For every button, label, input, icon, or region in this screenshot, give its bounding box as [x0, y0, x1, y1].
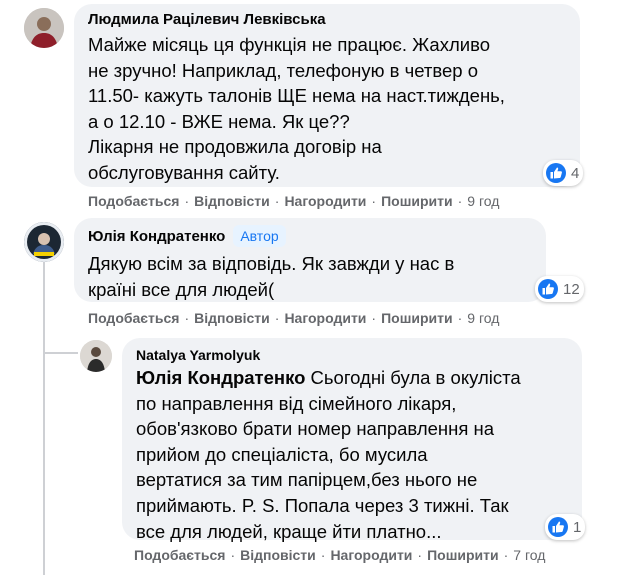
reply-link[interactable]: Відповісти [194, 193, 270, 209]
separator: · [184, 193, 190, 209]
reply-link[interactable]: Відповісти [240, 547, 316, 563]
mention-link[interactable]: Юлія Кондратенко [136, 367, 305, 388]
reaction-count: 12 [563, 280, 580, 298]
share-link[interactable]: Поширити [381, 310, 453, 326]
separator: · [184, 310, 190, 326]
author-badge: Автор [233, 225, 286, 247]
timestamp[interactable]: 9 год [467, 310, 499, 326]
avatar[interactable] [24, 8, 64, 48]
comment-text: Майже місяць ця функція не працює. Жахли… [88, 34, 505, 183]
timestamp[interactable]: 9 год [467, 193, 499, 209]
like-link[interactable]: Подобається [88, 193, 179, 209]
separator: · [457, 310, 463, 326]
comment-author[interactable]: Natalya Yarmolyuk [136, 347, 570, 363]
like-link[interactable]: Подобається [88, 310, 179, 326]
separator: · [320, 547, 326, 563]
like-icon [548, 517, 568, 537]
comment-author[interactable]: Людмила Рацілевич Левківська [88, 11, 568, 28]
like-link[interactable]: Подобається [134, 547, 225, 563]
comment-text: Юлія Кондратенко Сьогодні була в окуліст… [136, 365, 570, 544]
comment-actions: Подобається · Відповісти · Нагородити · Пошири… [88, 193, 499, 209]
like-icon [538, 279, 558, 299]
separator: · [274, 193, 280, 209]
share-link[interactable]: Поширити [381, 193, 453, 209]
like-icon [546, 163, 566, 183]
avatar[interactable] [24, 222, 64, 262]
separator: · [457, 193, 463, 209]
avatar[interactable] [80, 340, 112, 372]
comment-text: Дякую всім за відповідь. Як завжди у нас… [88, 253, 455, 300]
thread-line [43, 352, 78, 354]
timestamp[interactable]: 7 год [513, 547, 545, 563]
separator: · [417, 547, 423, 563]
comment-bubble: Юлія Кондратенко Автор Дякую всім за від… [74, 218, 546, 302]
comment-actions: Подобається · Відповісти · Нагородити · Пошири… [88, 310, 499, 326]
separator: · [503, 547, 509, 563]
reaction-count: 4 [571, 164, 580, 182]
award-link[interactable]: Нагородити [284, 193, 366, 209]
award-link[interactable]: Нагородити [330, 547, 412, 563]
reaction-count: 1 [573, 518, 582, 536]
share-link[interactable]: Поширити [427, 547, 499, 563]
comment-actions: Подобається · Відповісти · Нагородити · Пошири… [134, 547, 545, 563]
comment-author[interactable]: Юлія Кондратенко [88, 228, 225, 245]
reply-link[interactable]: Відповісти [194, 310, 270, 326]
comment-body: Сьогодні була в окуліста по направлення … [136, 367, 521, 542]
thread-line [43, 262, 45, 575]
separator: · [371, 193, 377, 209]
separator: · [274, 310, 280, 326]
reaction-summary[interactable]: 1 [545, 514, 586, 540]
reaction-summary[interactable]: 4 [543, 160, 584, 186]
comment-bubble: Natalya Yarmolyuk Юлія Кондратенко Сього… [122, 338, 582, 542]
separator: · [371, 310, 377, 326]
comment-bubble: Людмила Рацілевич Левківська Майже місяц… [74, 4, 580, 187]
reaction-summary[interactable]: 12 [535, 276, 584, 302]
award-link[interactable]: Нагородити [284, 310, 366, 326]
separator: · [230, 547, 236, 563]
